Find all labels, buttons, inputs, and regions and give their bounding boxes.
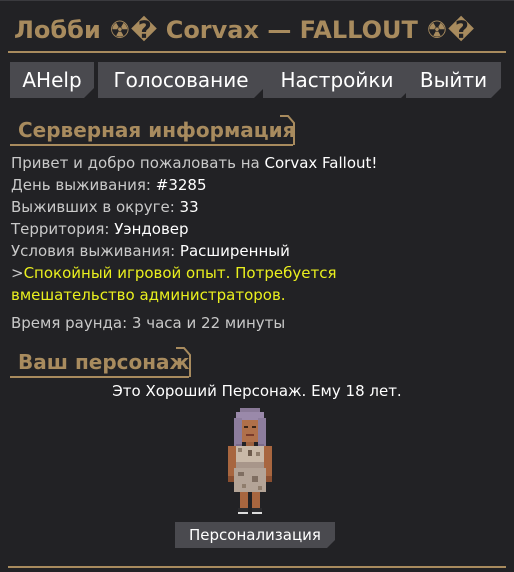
lobby-title: Лобби ☢� Corvax — FALLOUT ☢� <box>14 16 475 44</box>
conditions-note-line1: >Спокойный игровой опыт. Потребуется <box>11 264 337 282</box>
server-info-header: Серверная информация <box>10 115 296 146</box>
customize-button[interactable]: Персонализация <box>175 522 335 548</box>
character-underline <box>10 376 189 378</box>
character-sprite <box>228 408 272 514</box>
round-time: Время раунда: 3 часа и 22 минуты <box>11 314 286 332</box>
server-info-underline <box>10 144 293 146</box>
survivors-value: 33 <box>179 198 199 216</box>
survival-day-row: День выживания: #3285 <box>11 176 207 194</box>
character-description: Это Хороший Персонаж. Ему 18 лет. <box>112 382 402 400</box>
character-title: Ваш персонаж <box>18 350 190 374</box>
bottom-divider <box>8 566 506 568</box>
conditions-row: Условия выживания: Расширенный <box>11 242 290 260</box>
server-info-title: Серверная информация <box>18 118 296 142</box>
territory-row: Территория: Уэндовер <box>11 220 189 238</box>
lobby-title-bar: Лобби ☢� Corvax — FALLOUT ☢� <box>14 14 504 48</box>
vote-button[interactable]: Голосование <box>98 62 264 98</box>
greeting-row: Привет и добро пожаловать на Corvax Fall… <box>11 154 378 172</box>
server-name: Corvax Fallout! <box>264 154 378 172</box>
conditions-note-line2: вмешательство администраторов. <box>11 286 286 304</box>
settings-button[interactable]: Настройки <box>263 62 411 98</box>
exit-button[interactable]: Выйти <box>406 62 501 98</box>
title-divider <box>8 51 506 53</box>
territory-value: Уэндовер <box>114 220 189 238</box>
top-border <box>0 0 514 1</box>
ahelp-button[interactable]: AHelp <box>10 62 94 98</box>
survival-day-value: #3285 <box>155 176 207 194</box>
conditions-value: Расширенный <box>179 242 290 260</box>
character-header: Ваш персонаж <box>10 347 191 378</box>
server-info-body: Привет и добро пожаловать на Corvax Fall… <box>11 152 506 306</box>
survivors-row: Выживших в округе: 33 <box>11 198 199 216</box>
character-bracket <box>176 347 191 377</box>
server-info-bracket <box>280 115 295 145</box>
